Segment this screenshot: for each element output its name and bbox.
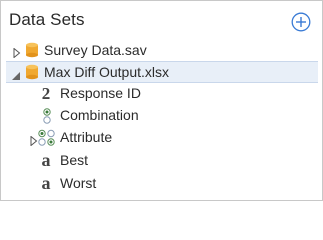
numeric-variable-icon: 2 bbox=[41, 84, 51, 103]
panel-header: Data Sets bbox=[1, 1, 322, 39]
expand-caret-icon[interactable] bbox=[12, 45, 22, 59]
variable-row[interactable]: Attribute bbox=[1, 127, 322, 149]
text-variable-icon: a bbox=[41, 173, 51, 193]
variable-row[interactable]: Combination bbox=[1, 105, 322, 127]
variable-label: Best bbox=[60, 152, 89, 168]
data-set-name: Survey Data.sav bbox=[44, 42, 147, 58]
multi-response-variable-icon bbox=[37, 129, 57, 147]
variable-label: Response ID bbox=[60, 85, 141, 101]
add-data-set-button[interactable] bbox=[291, 12, 311, 32]
data-sets-panel: Data Sets Survey Data.sav Max Diff Outpu… bbox=[0, 0, 323, 201]
data-set-name: Max Diff Output.xlsx bbox=[44, 64, 170, 80]
variable-label: Combination bbox=[60, 107, 139, 123]
database-icon bbox=[25, 64, 39, 80]
variable-row[interactable]: a Worst bbox=[1, 172, 322, 194]
panel-title: Data Sets bbox=[9, 10, 85, 29]
data-set-row-selected[interactable]: Max Diff Output.xlsx bbox=[6, 61, 318, 83]
collapse-caret-icon[interactable] bbox=[11, 68, 21, 80]
variable-label: Attribute bbox=[60, 129, 113, 145]
variable-row[interactable]: 2 Response ID bbox=[1, 83, 322, 105]
variable-row[interactable]: a Best bbox=[1, 149, 322, 171]
database-icon bbox=[25, 42, 39, 58]
plus-circle-icon bbox=[291, 12, 311, 32]
data-set-row[interactable]: Survey Data.sav bbox=[1, 39, 322, 61]
text-variable-icon: a bbox=[41, 150, 51, 170]
variable-label: Worst bbox=[60, 175, 97, 191]
single-response-variable-icon bbox=[41, 108, 53, 124]
